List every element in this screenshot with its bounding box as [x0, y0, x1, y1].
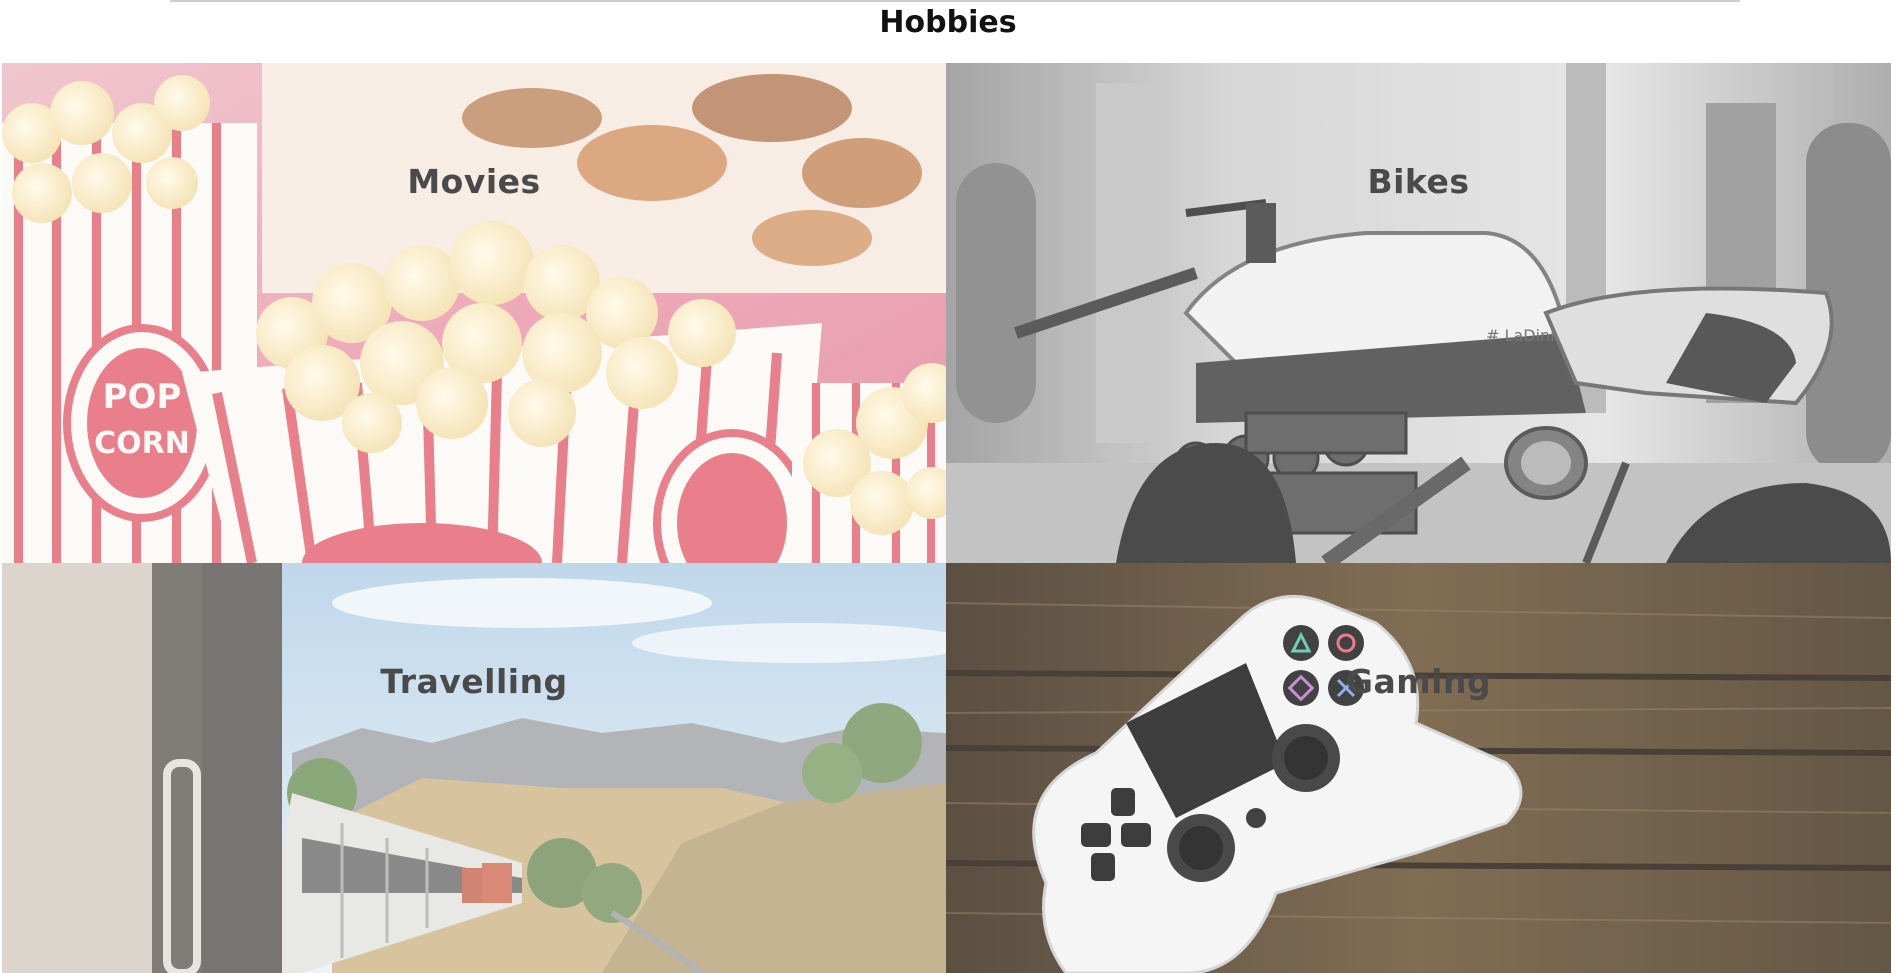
tile-label-gaming: Gaming: [1345, 662, 1492, 701]
tile-label-bikes: Bikes: [1367, 162, 1470, 201]
hobby-tile-travelling[interactable]: Travelling: [2, 563, 946, 973]
tile-label-travelling: Travelling: [380, 662, 568, 701]
image-overlay: [946, 63, 1891, 563]
hobby-tile-movies[interactable]: POP CORN Movies: [2, 63, 946, 563]
hobby-tile-gaming[interactable]: Gaming: [946, 563, 1891, 973]
image-overlay: [2, 563, 946, 973]
tile-label-movies: Movies: [407, 162, 541, 201]
hobbies-grid: POP CORN Movies # LaDini Bikes Travellin…: [2, 63, 1891, 973]
hobby-tile-bikes[interactable]: # LaDini Bikes: [946, 63, 1891, 563]
image-overlay: [946, 563, 1891, 973]
top-divider: [170, 0, 1740, 2]
image-overlay: [2, 63, 946, 563]
page-title: Hobbies: [879, 5, 1017, 40]
